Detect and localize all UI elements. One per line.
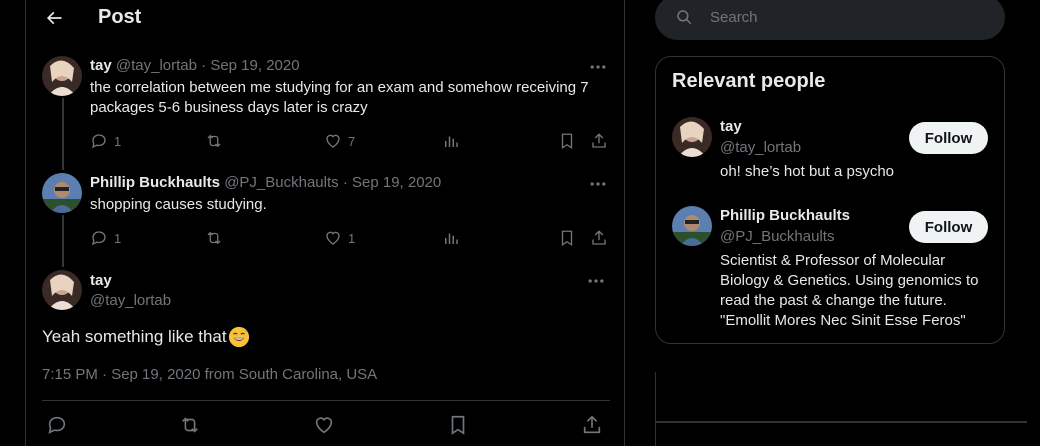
author-name[interactable]: tay [90,272,112,289]
views-button[interactable] [442,228,460,248]
author-handle[interactable]: @tay_lortab [90,292,171,309]
person-name[interactable]: Phillip Buckhaults [720,207,850,224]
reply-icon [92,231,106,246]
author-handle[interactable]: @PJ_Buckhaults [224,174,338,191]
tweet-date[interactable]: Sep 19, 2020 [352,174,441,191]
meta-separator: · [342,174,348,191]
grinning-sweat-emoji-icon [228,326,250,348]
search-icon [675,8,693,26]
bookmark-button[interactable] [558,228,576,248]
focused-tweet-body: Yeah something like that [42,327,227,346]
heart-icon [326,231,340,245]
share-button[interactable] [590,228,608,248]
person-handle[interactable]: @PJ_Buckhaults [720,228,834,245]
sidebar-divider [655,421,1027,423]
person-name[interactable]: tay [720,118,742,135]
avatar[interactable] [42,173,82,213]
relevant-people-card: Relevant people tay @tay_lortab Follow o… [655,56,1005,344]
focused-tweet-text: Yeah something like that [42,326,250,348]
avatar[interactable] [42,270,82,310]
share-icon[interactable] [581,414,603,436]
reply-count: 1 [114,230,122,246]
search-input[interactable] [710,4,980,30]
search-box[interactable] [655,0,1005,40]
person-bio: oh! she’s hot but a psycho [720,163,895,180]
tweet-header: Phillip Buckhaults @PJ_Buckhaults · Sep … [90,174,441,191]
like-count: 1 [348,230,356,246]
follow-button[interactable]: Follow [909,211,988,243]
tweet-timestamp[interactable]: 7:15 PM · Sep 19, 2020 from South Caroli… [42,366,377,383]
like-button[interactable]: 1 [324,228,355,248]
heart-icon[interactable] [313,414,335,436]
bookmark-icon [561,230,573,247]
more-icon[interactable] [588,174,608,194]
relevant-people-title: Relevant people [672,70,826,92]
tweet-actions: 1 1 [90,228,610,248]
main-column: Post tay @tay_lortab · Sep 19, 2020 the … [25,0,625,446]
reply-icon[interactable] [46,414,68,436]
person-handle[interactable]: @tay_lortab [720,139,801,156]
follow-button[interactable]: Follow [909,122,988,154]
divider [42,400,610,401]
share-icon [592,230,606,245]
sidebar-divider [655,372,656,446]
repost-icon[interactable] [179,414,201,436]
reply-button[interactable]: 1 [90,228,121,248]
avatar[interactable] [672,206,712,246]
more-icon[interactable] [586,271,606,291]
analytics-icon [445,233,458,244]
focused-tweet-actions [42,414,610,436]
repost-icon [207,231,221,245]
thread-connector [62,215,64,267]
avatar[interactable] [672,117,712,157]
repost-button[interactable] [205,228,223,248]
author-name[interactable]: Phillip Buckhaults [90,174,220,191]
person-bio: Scientist & Professor of Molecular Biolo… [720,252,979,329]
thread-tweet[interactable]: Phillip Buckhaults @PJ_Buckhaults · Sep … [26,0,626,267]
tweet-text: shopping causes studying. [90,196,267,213]
bookmark-icon[interactable] [447,414,469,436]
